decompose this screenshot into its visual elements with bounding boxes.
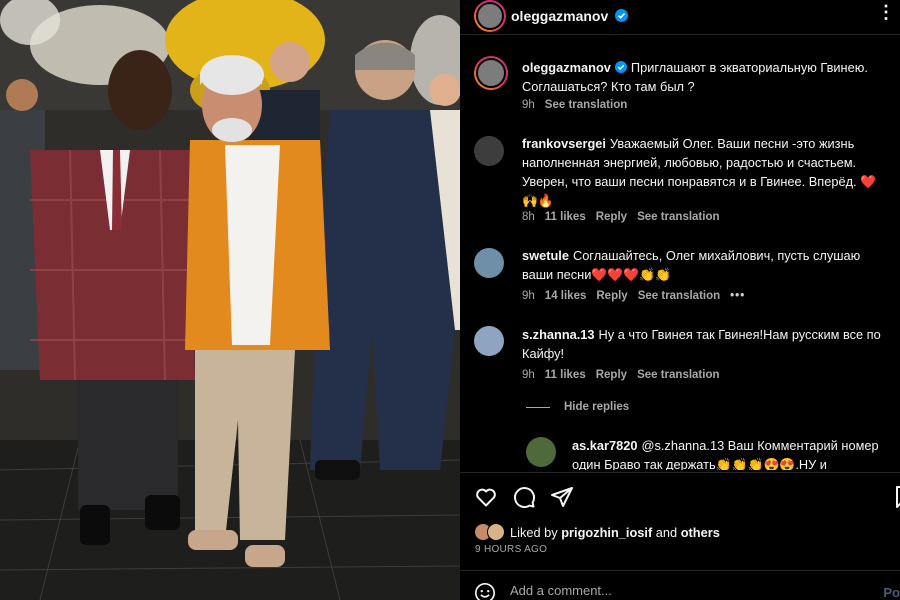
header-username[interactable]: oleggazmanov bbox=[511, 8, 608, 24]
reply-item: as.kar7820 @s.zhanna.13 Ваш Комментарий н… bbox=[572, 436, 892, 470]
comment-item: frankovsergei Уважаемый Олег. Ваши песни … bbox=[522, 134, 892, 210]
comment-time: 9h bbox=[522, 290, 535, 302]
comment-username[interactable]: swetule bbox=[522, 248, 569, 263]
caption-time: 9h bbox=[522, 99, 535, 111]
post-comment-button[interactable]: Po bbox=[883, 585, 900, 600]
reply-username[interactable]: as.kar7820 bbox=[572, 438, 637, 453]
reply-clip: as.kar7820 @s.zhanna.13 Ваш Комментарий н… bbox=[522, 432, 900, 470]
comment-avatar[interactable] bbox=[474, 136, 504, 166]
emoji-icon[interactable] bbox=[474, 582, 496, 600]
comment-item: s.zhanna.13 Ну а что Гвинея так Гвинея!На… bbox=[522, 325, 892, 363]
hide-replies-line bbox=[526, 406, 550, 408]
comment-see-translation[interactable]: See translation bbox=[638, 290, 720, 302]
add-comment-input[interactable] bbox=[510, 580, 840, 600]
actions-divider bbox=[460, 472, 900, 473]
comment-meta: 9h 11 likes Reply See translation bbox=[522, 369, 720, 381]
post-timestamp: 9 HOURS AGO bbox=[475, 544, 548, 555]
comment-likes[interactable]: 11 likes bbox=[545, 369, 586, 381]
liked-by-user[interactable]: prigozhin_iosif bbox=[561, 525, 652, 540]
likes-summary[interactable]: Liked by prigozhin_iosif and others bbox=[474, 523, 720, 541]
comment-likes[interactable]: 14 likes bbox=[545, 290, 587, 302]
liked-by-others[interactable]: others bbox=[681, 525, 720, 540]
comment-more-icon[interactable]: ••• bbox=[730, 290, 745, 302]
add-comment-bar: Po bbox=[460, 570, 900, 600]
heart-icon[interactable] bbox=[474, 485, 498, 509]
verified-badge-icon bbox=[615, 9, 628, 22]
comment-reply-button[interactable]: Reply bbox=[596, 211, 627, 223]
comment-item: swetule Соглашайтесь, Олег михайлович, пу… bbox=[522, 246, 892, 284]
caption: oleggazmanov Приглашают в экваториальную … bbox=[522, 58, 892, 96]
verified-badge-icon bbox=[614, 61, 627, 73]
bookmark-icon[interactable] bbox=[892, 485, 900, 509]
comment-reply-button[interactable]: Reply bbox=[596, 290, 627, 302]
comment-see-translation[interactable]: See translation bbox=[637, 369, 719, 381]
share-icon[interactable] bbox=[550, 485, 574, 509]
comment-time: 8h bbox=[522, 211, 535, 223]
comment-avatar[interactable] bbox=[474, 248, 504, 278]
comment-reply-button[interactable]: Reply bbox=[596, 369, 627, 381]
caption-username[interactable]: oleggazmanov bbox=[522, 60, 611, 75]
photo-scene bbox=[0, 0, 460, 600]
comment-avatar[interactable] bbox=[474, 326, 504, 356]
header-avatar[interactable] bbox=[474, 0, 506, 32]
comment-text: Соглашайтесь, Олег михайлович, пусть слу… bbox=[522, 248, 861, 282]
header-divider bbox=[460, 34, 900, 35]
post-header: oleggazmanov ⋮ bbox=[460, 0, 900, 32]
post-photo[interactable] bbox=[0, 0, 460, 600]
liked-by-and: and bbox=[655, 524, 678, 540]
liker-avatar bbox=[487, 523, 505, 541]
comment-time: 9h bbox=[522, 369, 535, 381]
comment-meta: 8h 11 likes Reply See translation bbox=[522, 211, 720, 223]
comment-see-translation[interactable]: See translation bbox=[637, 211, 719, 223]
comment-icon[interactable] bbox=[512, 485, 536, 509]
liked-by-avatars bbox=[474, 523, 510, 541]
action-bar bbox=[474, 485, 900, 509]
hide-replies-label: Hide replies bbox=[564, 401, 630, 413]
post-details-panel: oleggazmanov ⋮ oleggazmanov Приглашают в … bbox=[460, 0, 900, 600]
more-options-icon[interactable]: ⋮ bbox=[877, 2, 896, 23]
hide-replies-button[interactable]: Hide replies bbox=[526, 401, 629, 413]
caption-avatar[interactable] bbox=[474, 56, 508, 90]
caption-see-translation[interactable]: See translation bbox=[545, 99, 627, 111]
comment-username[interactable]: s.zhanna.13 bbox=[522, 327, 595, 342]
liked-by-prefix: Liked by bbox=[510, 524, 558, 540]
reply-avatar[interactable] bbox=[526, 437, 556, 467]
caption-meta: 9h See translation bbox=[522, 99, 627, 111]
comment-username[interactable]: frankovsergei bbox=[522, 136, 606, 151]
comment-meta: 9h 14 likes Reply See translation ••• bbox=[522, 290, 745, 302]
comment-likes[interactable]: 11 likes bbox=[545, 211, 586, 223]
